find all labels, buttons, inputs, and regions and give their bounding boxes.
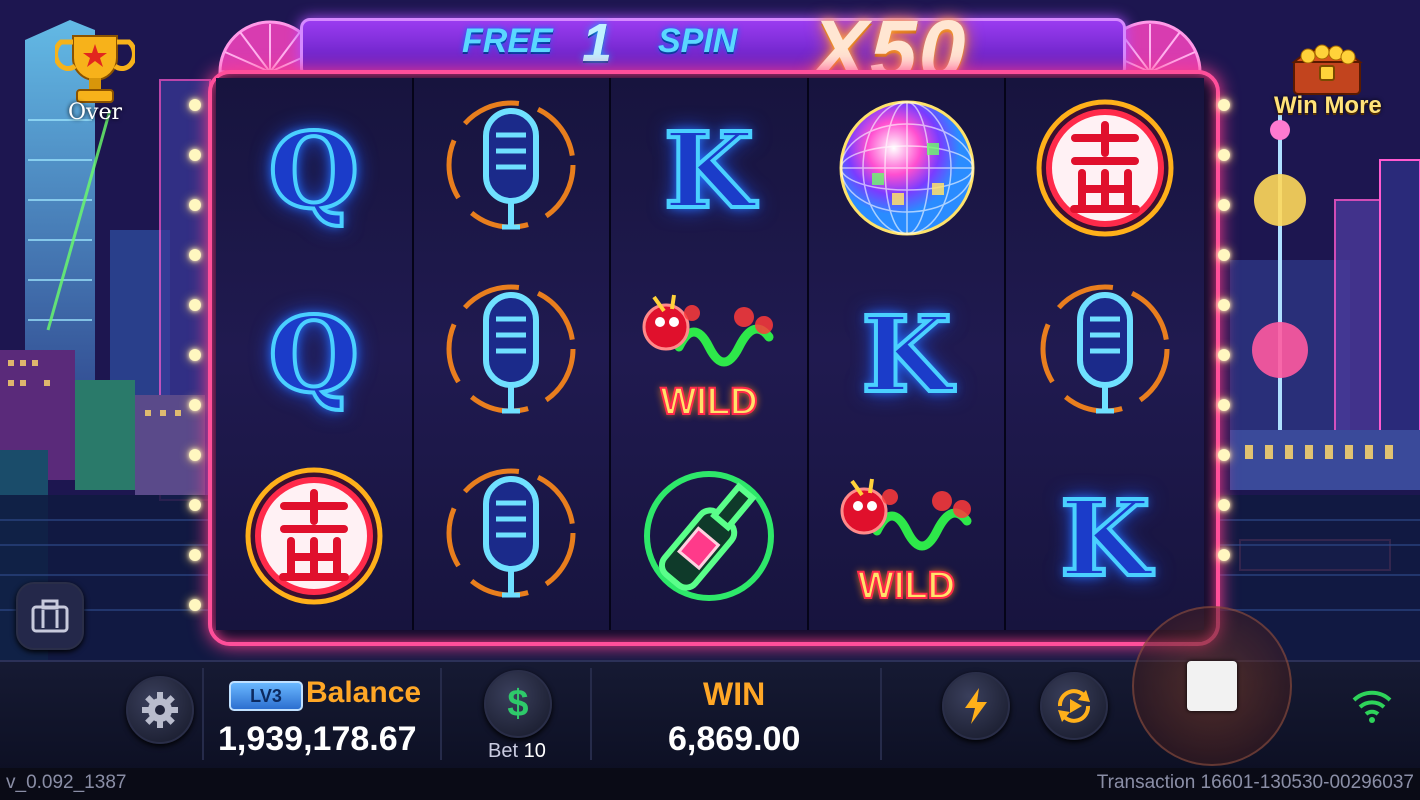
stop-spin-button[interactable]	[1132, 606, 1292, 766]
microphone-icon	[436, 93, 586, 248]
spin-label: SPIN	[658, 22, 738, 60]
turbo-button[interactable]	[942, 672, 1010, 740]
win-more-label: Win More	[1274, 92, 1382, 119]
reel-cell	[216, 446, 412, 630]
autoplay-icon	[1058, 689, 1090, 723]
reel-cell	[1006, 78, 1204, 262]
stop-icon	[1187, 661, 1237, 711]
balance-value: 1,939,178.67	[218, 720, 417, 758]
letter-symbol-q: Q	[267, 107, 362, 234]
autoplay-button[interactable]	[1040, 672, 1108, 740]
dollar-icon: $	[507, 682, 529, 725]
disco-ball-icon	[832, 93, 982, 248]
dragon-wild-icon: WILD	[832, 461, 982, 616]
bet-button[interactable]: $	[484, 670, 552, 738]
microphone-icon	[436, 277, 586, 432]
wild-label: WILD	[857, 564, 956, 608]
win-value: 6,869.00	[668, 720, 801, 758]
reel-2	[413, 78, 612, 630]
reel-cell	[809, 78, 1005, 262]
reel-cell	[414, 78, 610, 262]
over-label: Over	[68, 100, 123, 125]
red-seal-icon	[239, 461, 389, 616]
letter-symbol-k: K	[1058, 475, 1152, 602]
lightning-icon	[965, 688, 987, 724]
reel-cell: Q	[216, 262, 412, 446]
wifi-icon	[1352, 690, 1392, 723]
reel-cell: K	[611, 78, 807, 262]
briefcase-icon	[31, 599, 69, 633]
letter-symbol-k: K	[859, 291, 953, 418]
bet-label: Bet	[488, 740, 519, 762]
settings-button[interactable]	[126, 676, 194, 744]
wild-label: WILD	[659, 380, 758, 424]
bet-info: Bet 10	[488, 740, 546, 763]
balance-label: Balance	[306, 676, 422, 709]
red-seal-icon	[1030, 93, 1180, 248]
transaction-label: Transaction 16601-130530-00296037	[1096, 772, 1414, 793]
level-badge: LV3	[229, 681, 303, 711]
free-spin-count: 1	[582, 13, 613, 73]
bag-button[interactable]	[16, 582, 84, 650]
reel-cell	[1006, 262, 1204, 446]
bet-value: 10	[523, 740, 546, 762]
win-label: WIN	[703, 676, 766, 712]
reel-cell: WILD	[611, 262, 807, 446]
microphone-icon	[1030, 277, 1180, 432]
microphone-icon	[436, 461, 586, 616]
beer-bottle-icon	[634, 461, 784, 616]
version-label: v_0.092_1387	[6, 772, 127, 793]
gear-icon	[142, 692, 178, 728]
reel-1: QQ	[216, 78, 414, 630]
reel-5: K	[1006, 78, 1204, 630]
reel-cell	[611, 446, 807, 630]
letter-symbol-q: Q	[267, 291, 362, 418]
free-label: FREE	[462, 22, 553, 60]
treasure-chest-icon[interactable]	[1288, 36, 1366, 98]
reels-grid: QQ K WILD K WILD K	[216, 78, 1204, 630]
reel-4: K WILD	[808, 78, 1007, 630]
reel-cell	[414, 446, 610, 630]
reel-cell: WILD	[809, 446, 1005, 630]
reel-cell	[414, 262, 610, 446]
dragon-wild-icon: WILD	[634, 277, 784, 432]
reel-3: K WILD	[611, 78, 809, 630]
game-scene: FREE 1 SPIN X50 Over Win More Q Q K WILD…	[0, 0, 1420, 800]
reel-cell: K	[809, 262, 1005, 446]
trophy-icon[interactable]	[55, 30, 135, 106]
letter-symbol-k: K	[662, 107, 756, 234]
reel-cell: Q	[216, 78, 412, 262]
reel-cell: K	[1006, 446, 1204, 630]
